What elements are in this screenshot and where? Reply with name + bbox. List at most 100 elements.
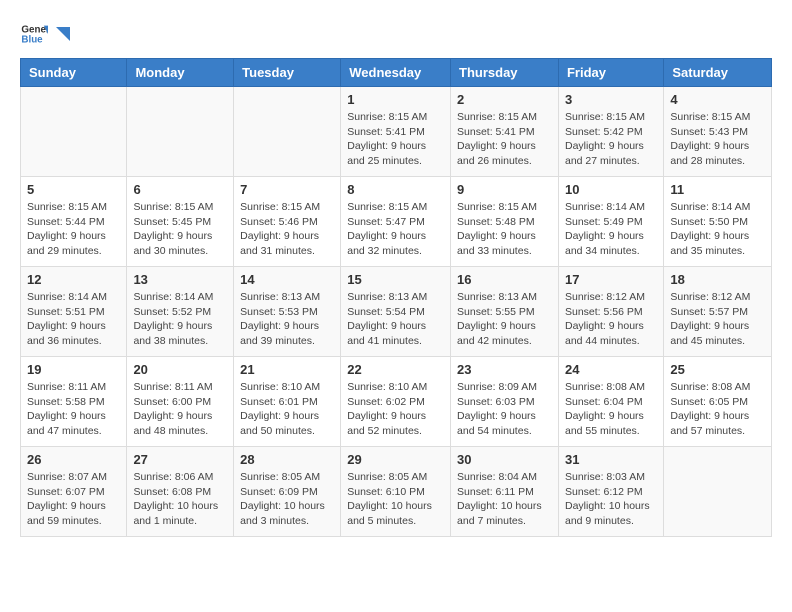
header-day-tuesday: Tuesday bbox=[234, 59, 341, 87]
day-info: Sunrise: 8:13 AM Sunset: 5:55 PM Dayligh… bbox=[457, 290, 552, 349]
calendar-cell-w3-d6: 17 Sunrise: 8:12 AM Sunset: 5:56 PM Dayli… bbox=[558, 267, 663, 357]
calendar-cell-w4-d2: 20 Sunrise: 8:11 AM Sunset: 6:00 PM Dayli… bbox=[127, 357, 234, 447]
logo-triangle-icon bbox=[52, 23, 74, 45]
calendar-cell-w3-d7: 18Sunrise: 8:12 AM Sunset: 5:57 PM Dayli… bbox=[664, 267, 772, 357]
calendar-cell-w1-d7: 4 Sunrise: 8:15 AM Sunset: 5:43 PM Daylig… bbox=[664, 87, 772, 177]
calendar-cell-w3-d4: 15 Sunrise: 8:13 AM Sunset: 5:54 PM Dayli… bbox=[341, 267, 451, 357]
header-day-friday: Friday bbox=[558, 59, 663, 87]
day-number: 28 bbox=[240, 452, 334, 467]
day-number: 20 bbox=[133, 362, 227, 377]
calendar-header-row: SundayMondayTuesdayWednesdayThursdayFrid… bbox=[21, 59, 772, 87]
svg-text:Blue: Blue bbox=[21, 34, 43, 45]
day-number: 6 bbox=[133, 182, 227, 197]
day-number: 29 bbox=[347, 452, 444, 467]
day-info: Sunrise: 8:13 AM Sunset: 5:53 PM Dayligh… bbox=[240, 290, 334, 349]
calendar-cell-w2-d2: 6 Sunrise: 8:15 AM Sunset: 5:45 PM Daylig… bbox=[127, 177, 234, 267]
day-info: Sunrise: 8:15 AM Sunset: 5:44 PM Dayligh… bbox=[27, 200, 120, 259]
day-info: Sunrise: 8:14 AM Sunset: 5:50 PM Dayligh… bbox=[670, 200, 765, 259]
day-info: Sunrise: 8:15 AM Sunset: 5:45 PM Dayligh… bbox=[133, 200, 227, 259]
day-info: Sunrise: 8:04 AM Sunset: 6:11 PM Dayligh… bbox=[457, 470, 552, 529]
day-number: 5 bbox=[27, 182, 120, 197]
day-number: 11 bbox=[670, 182, 765, 197]
calendar-cell-w1-d1 bbox=[21, 87, 127, 177]
day-number: 22 bbox=[347, 362, 444, 377]
day-number: 4 bbox=[670, 92, 765, 107]
day-info: Sunrise: 8:15 AM Sunset: 5:47 PM Dayligh… bbox=[347, 200, 444, 259]
calendar-cell-w5-d7 bbox=[664, 447, 772, 537]
logo-icon: General Blue bbox=[20, 20, 48, 48]
day-number: 26 bbox=[27, 452, 120, 467]
calendar-cell-w2-d4: 8 Sunrise: 8:15 AM Sunset: 5:47 PM Daylig… bbox=[341, 177, 451, 267]
calendar-cell-w2-d3: 7Sunrise: 8:15 AM Sunset: 5:46 PM Daylig… bbox=[234, 177, 341, 267]
header-day-monday: Monday bbox=[127, 59, 234, 87]
day-info: Sunrise: 8:13 AM Sunset: 5:54 PM Dayligh… bbox=[347, 290, 444, 349]
calendar-cell-w1-d6: 3 Sunrise: 8:15 AM Sunset: 5:42 PM Daylig… bbox=[558, 87, 663, 177]
day-number: 10 bbox=[565, 182, 657, 197]
day-info: Sunrise: 8:05 AM Sunset: 6:10 PM Dayligh… bbox=[347, 470, 444, 529]
calendar-cell-w1-d2 bbox=[127, 87, 234, 177]
day-number: 16 bbox=[457, 272, 552, 287]
day-number: 3 bbox=[565, 92, 657, 107]
header-day-sunday: Sunday bbox=[21, 59, 127, 87]
calendar-cell-w2-d1: 5 Sunrise: 8:15 AM Sunset: 5:44 PM Daylig… bbox=[21, 177, 127, 267]
calendar-cell-w3-d1: 12 Sunrise: 8:14 AM Sunset: 5:51 PM Dayli… bbox=[21, 267, 127, 357]
calendar-cell-w5-d1: 26Sunrise: 8:07 AM Sunset: 6:07 PM Dayli… bbox=[21, 447, 127, 537]
day-number: 13 bbox=[133, 272, 227, 287]
day-info: Sunrise: 8:15 AM Sunset: 5:46 PM Dayligh… bbox=[240, 200, 334, 259]
calendar-cell-w4-d1: 19 Sunrise: 8:11 AM Sunset: 5:58 PM Dayli… bbox=[21, 357, 127, 447]
day-info: Sunrise: 8:15 AM Sunset: 5:41 PM Dayligh… bbox=[347, 110, 444, 169]
day-number: 31 bbox=[565, 452, 657, 467]
calendar-cell-w5-d4: 29 Sunrise: 8:05 AM Sunset: 6:10 PM Dayli… bbox=[341, 447, 451, 537]
day-number: 19 bbox=[27, 362, 120, 377]
header-day-wednesday: Wednesday bbox=[341, 59, 451, 87]
calendar-cell-w1-d5: 2 Sunrise: 8:15 AM Sunset: 5:41 PM Daylig… bbox=[451, 87, 559, 177]
day-number: 23 bbox=[457, 362, 552, 377]
week-row-1: 1 Sunrise: 8:15 AM Sunset: 5:41 PM Daylig… bbox=[21, 87, 772, 177]
day-info: Sunrise: 8:09 AM Sunset: 6:03 PM Dayligh… bbox=[457, 380, 552, 439]
week-row-2: 5 Sunrise: 8:15 AM Sunset: 5:44 PM Daylig… bbox=[21, 177, 772, 267]
day-number: 15 bbox=[347, 272, 444, 287]
calendar-cell-w1-d4: 1 Sunrise: 8:15 AM Sunset: 5:41 PM Daylig… bbox=[341, 87, 451, 177]
calendar-cell-w4-d5: 23 Sunrise: 8:09 AM Sunset: 6:03 PM Dayli… bbox=[451, 357, 559, 447]
day-number: 12 bbox=[27, 272, 120, 287]
calendar-cell-w3-d3: 14 Sunrise: 8:13 AM Sunset: 5:53 PM Dayli… bbox=[234, 267, 341, 357]
day-info: Sunrise: 8:15 AM Sunset: 5:41 PM Dayligh… bbox=[457, 110, 552, 169]
header-day-saturday: Saturday bbox=[664, 59, 772, 87]
day-number: 17 bbox=[565, 272, 657, 287]
day-info: Sunrise: 8:11 AM Sunset: 5:58 PM Dayligh… bbox=[27, 380, 120, 439]
day-number: 14 bbox=[240, 272, 334, 287]
day-number: 25 bbox=[670, 362, 765, 377]
week-row-3: 12 Sunrise: 8:14 AM Sunset: 5:51 PM Dayli… bbox=[21, 267, 772, 357]
calendar-cell-w4-d7: 25Sunrise: 8:08 AM Sunset: 6:05 PM Dayli… bbox=[664, 357, 772, 447]
calendar-cell-w5-d2: 27 Sunrise: 8:06 AM Sunset: 6:08 PM Dayli… bbox=[127, 447, 234, 537]
day-number: 1 bbox=[347, 92, 444, 107]
day-info: Sunrise: 8:15 AM Sunset: 5:42 PM Dayligh… bbox=[565, 110, 657, 169]
day-number: 30 bbox=[457, 452, 552, 467]
day-info: Sunrise: 8:10 AM Sunset: 6:01 PM Dayligh… bbox=[240, 380, 334, 439]
day-info: Sunrise: 8:06 AM Sunset: 6:08 PM Dayligh… bbox=[133, 470, 227, 529]
header: General Blue bbox=[20, 20, 772, 48]
calendar-cell-w3-d5: 16 Sunrise: 8:13 AM Sunset: 5:55 PM Dayli… bbox=[451, 267, 559, 357]
day-info: Sunrise: 8:11 AM Sunset: 6:00 PM Dayligh… bbox=[133, 380, 227, 439]
week-row-4: 19 Sunrise: 8:11 AM Sunset: 5:58 PM Dayli… bbox=[21, 357, 772, 447]
calendar-cell-w4-d4: 22 Sunrise: 8:10 AM Sunset: 6:02 PM Dayli… bbox=[341, 357, 451, 447]
day-number: 27 bbox=[133, 452, 227, 467]
calendar-cell-w2-d5: 9Sunrise: 8:15 AM Sunset: 5:48 PM Daylig… bbox=[451, 177, 559, 267]
day-info: Sunrise: 8:03 AM Sunset: 6:12 PM Dayligh… bbox=[565, 470, 657, 529]
day-info: Sunrise: 8:12 AM Sunset: 5:57 PM Dayligh… bbox=[670, 290, 765, 349]
header-day-thursday: Thursday bbox=[451, 59, 559, 87]
day-number: 24 bbox=[565, 362, 657, 377]
calendar-cell-w2-d7: 11 Sunrise: 8:14 AM Sunset: 5:50 PM Dayli… bbox=[664, 177, 772, 267]
day-number: 8 bbox=[347, 182, 444, 197]
calendar-cell-w3-d2: 13 Sunrise: 8:14 AM Sunset: 5:52 PM Dayli… bbox=[127, 267, 234, 357]
day-info: Sunrise: 8:14 AM Sunset: 5:52 PM Dayligh… bbox=[133, 290, 227, 349]
day-info: Sunrise: 8:14 AM Sunset: 5:49 PM Dayligh… bbox=[565, 200, 657, 259]
calendar-cell-w2-d6: 10 Sunrise: 8:14 AM Sunset: 5:49 PM Dayli… bbox=[558, 177, 663, 267]
day-info: Sunrise: 8:10 AM Sunset: 6:02 PM Dayligh… bbox=[347, 380, 444, 439]
day-number: 2 bbox=[457, 92, 552, 107]
day-info: Sunrise: 8:15 AM Sunset: 5:43 PM Dayligh… bbox=[670, 110, 765, 169]
day-number: 9 bbox=[457, 182, 552, 197]
day-info: Sunrise: 8:14 AM Sunset: 5:51 PM Dayligh… bbox=[27, 290, 120, 349]
day-info: Sunrise: 8:12 AM Sunset: 5:56 PM Dayligh… bbox=[565, 290, 657, 349]
calendar-table: SundayMondayTuesdayWednesdayThursdayFrid… bbox=[20, 58, 772, 537]
